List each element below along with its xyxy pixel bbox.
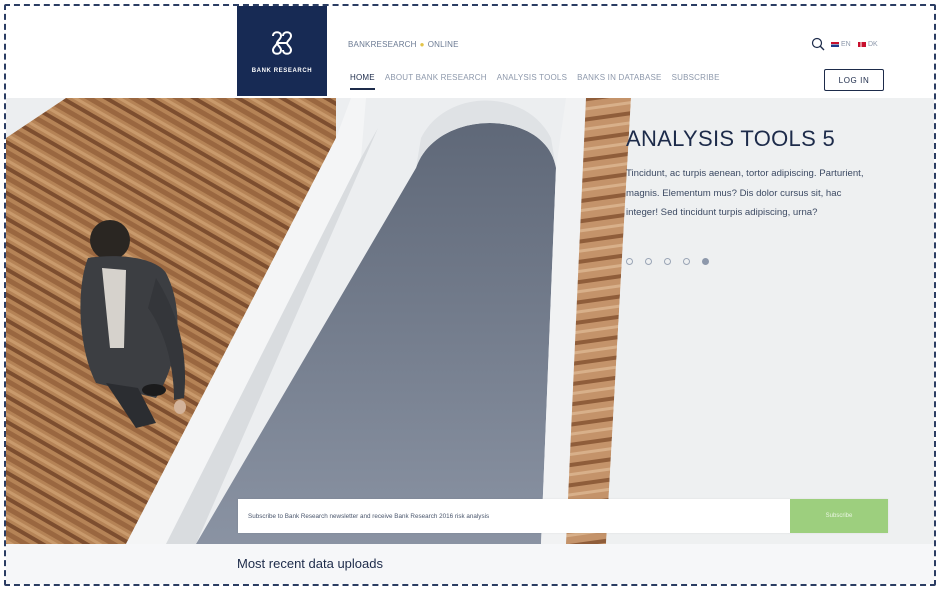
nav-item-about[interactable]: ABOUT BANK RESEARCH — [385, 73, 487, 90]
logo[interactable]: BANK RESEARCH — [237, 6, 327, 96]
newsletter-email-field[interactable] — [238, 499, 790, 533]
site-name: BANKRESEARCH — [348, 40, 417, 49]
nav-item-banks-in-database[interactable]: BANKS IN DATABASE — [577, 73, 661, 90]
slider-dots — [626, 258, 709, 265]
newsletter-bar: Subscribe — [238, 499, 888, 533]
language-dk[interactable]: DK — [858, 41, 878, 48]
slider-dot-4[interactable] — [683, 258, 690, 265]
recent-uploads-section: Most recent data uploads — [6, 544, 934, 584]
slide-title: ANALYSIS TOOLS 5 — [626, 126, 836, 151]
slider-dot-2[interactable] — [645, 258, 652, 265]
slider-dot-1[interactable] — [626, 258, 633, 265]
slider-dot-3[interactable] — [664, 258, 671, 265]
language-dk-label: DK — [868, 41, 878, 48]
main-nav: HOME ABOUT BANK RESEARCH ANALYSIS TOOLS … — [350, 73, 720, 90]
hero-slider: ANALYSIS TOOLS 5 Tincidunt, ac turpis ae… — [6, 98, 934, 544]
subscribe-button[interactable]: Subscribe — [790, 499, 888, 533]
logo-icon — [271, 31, 293, 55]
nav-item-analysis-tools[interactable]: ANALYSIS TOOLS — [497, 73, 567, 90]
page-frame: BANK RESEARCH BANKRESEARCH ● ONLINE HOME A… — [4, 4, 936, 586]
language-en[interactable]: EN — [831, 41, 851, 48]
site-header: BANK RESEARCH BANKRESEARCH ● ONLINE HOME A… — [6, 6, 934, 98]
status-dot-icon: ● — [419, 40, 425, 49]
search-icon[interactable] — [811, 37, 825, 51]
site-status: ONLINE — [427, 40, 459, 49]
language-en-label: EN — [841, 41, 851, 48]
nav-item-home[interactable]: HOME — [350, 73, 375, 90]
logo-text: BANK RESEARCH — [251, 68, 313, 74]
nav-item-subscribe[interactable]: SUBSCRIBE — [672, 73, 720, 90]
recent-uploads-title: Most recent data uploads — [237, 556, 383, 571]
login-button[interactable]: LOG IN — [824, 69, 884, 91]
slider-dot-5[interactable] — [702, 258, 709, 265]
site-label: BANKRESEARCH ● ONLINE — [348, 40, 459, 49]
slide-text: Tincidunt, ac turpis aenean, tortor adip… — [626, 168, 864, 218]
flag-dk-icon — [858, 42, 866, 47]
flag-en-icon — [831, 42, 839, 47]
